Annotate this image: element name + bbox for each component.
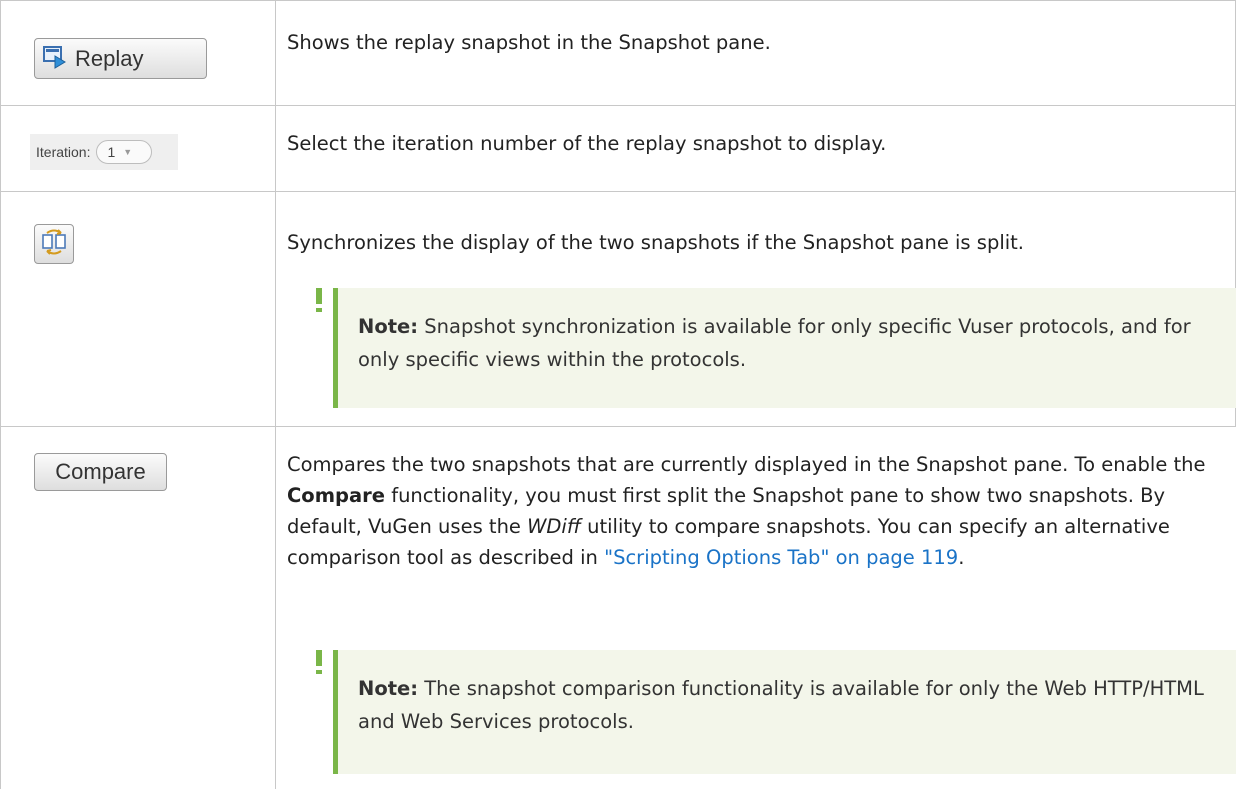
sync-icon (41, 229, 67, 259)
replay-icon (43, 45, 67, 73)
replay-button-label: Replay (75, 45, 144, 71)
compare-description: Compares the two snapshots that are curr… (287, 449, 1217, 573)
sync-description: Synchronizes the display of the two snap… (287, 231, 1025, 254)
row-divider (0, 105, 1236, 106)
row-divider (0, 191, 1236, 192)
note-text: The snapshot comparison functionality is… (358, 677, 1204, 733)
iteration-description: Select the iteration number of the repla… (287, 132, 887, 155)
iteration-label: Iteration: (36, 144, 91, 160)
note-text: Snapshot synchronization is available fo… (358, 315, 1191, 371)
compare-desc-text: . (958, 546, 965, 569)
table-top-border (0, 0, 1236, 1)
table-column-divider (275, 0, 276, 789)
iteration-selector[interactable]: Iteration: 1 ▼ (30, 134, 178, 170)
iteration-dropdown[interactable]: 1 ▼ (96, 140, 153, 164)
replay-button[interactable]: Replay (34, 38, 207, 79)
note-label: Note: (358, 677, 419, 700)
table-left-border (0, 0, 1, 789)
sync-note: Note: Snapshot synchronization is availa… (333, 288, 1236, 408)
compare-desc-italic: WDiff (527, 515, 581, 538)
note-label: Note: (358, 315, 419, 338)
sync-snapshots-button[interactable] (34, 224, 74, 264)
compare-button-label: Compare (55, 459, 146, 484)
compare-button[interactable]: Compare (34, 453, 167, 491)
compare-desc-text: Compares the two snapshots that are curr… (287, 453, 1206, 476)
chevron-down-icon: ▼ (123, 147, 133, 157)
row-divider (0, 426, 1236, 427)
compare-note: Note: The snapshot comparison functional… (333, 650, 1236, 774)
compare-desc-bold: Compare (287, 484, 385, 507)
replay-description: Shows the replay snapshot in the Snapsho… (287, 31, 771, 54)
scripting-options-link[interactable]: "Scripting Options Tab" on page 119 (604, 546, 958, 569)
iteration-value: 1 (107, 144, 116, 160)
